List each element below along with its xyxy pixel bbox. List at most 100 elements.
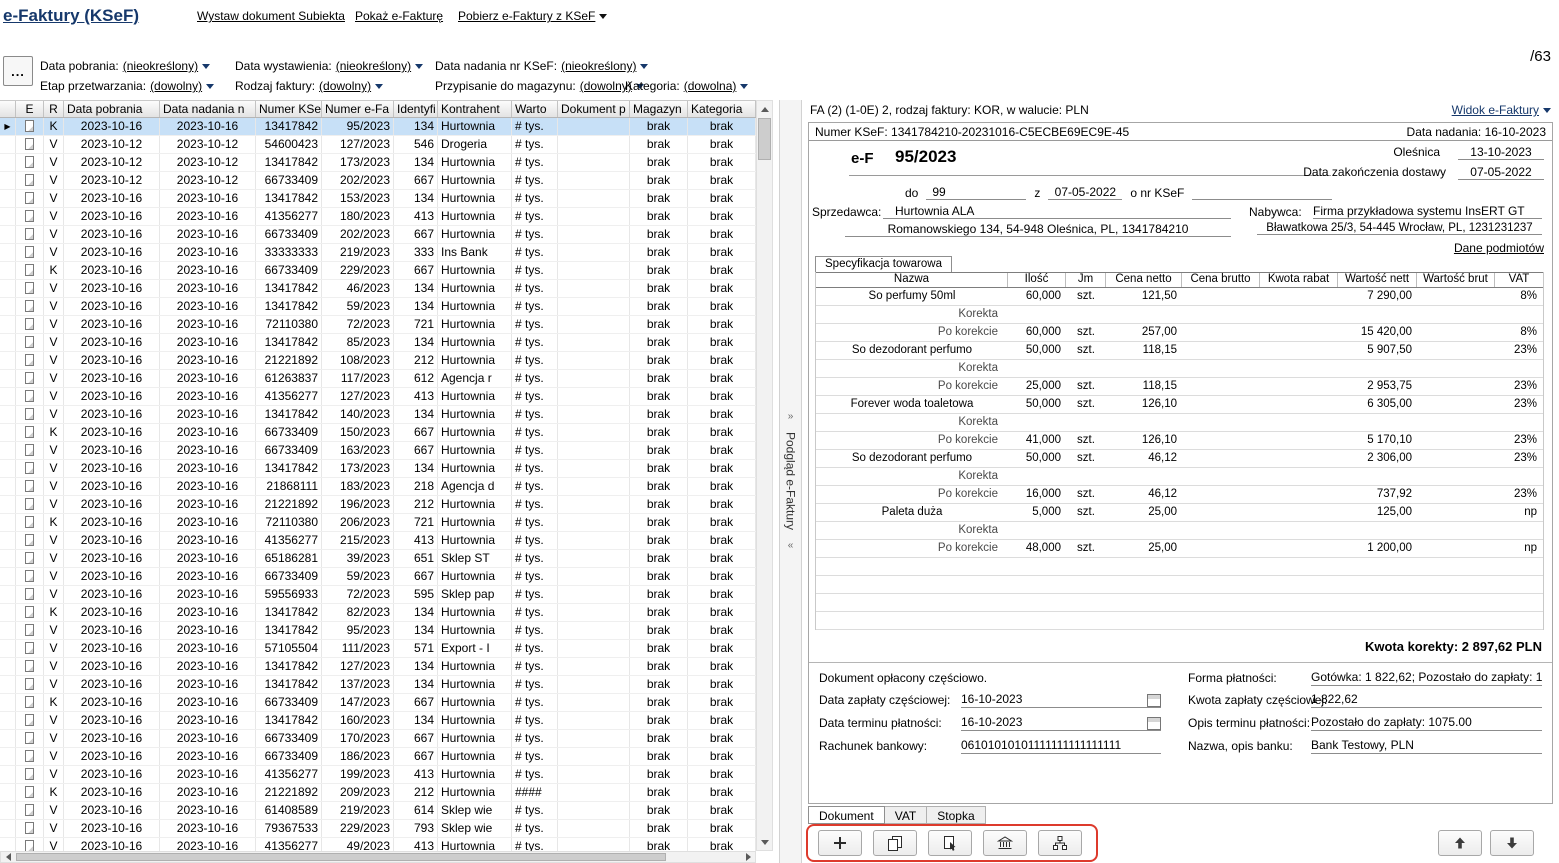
header-kontrahent[interactable]: Kontrahent xyxy=(438,101,512,117)
table-row[interactable]: V2023-10-162023-10-1666733409163/2023667… xyxy=(0,442,756,460)
header-e[interactable]: E xyxy=(16,101,44,117)
table-row[interactable]: V2023-10-162023-10-1633333333219/2023333… xyxy=(0,244,756,262)
move-down-button[interactable] xyxy=(1490,830,1534,856)
filter-data-wystawienia[interactable]: Data wystawienia:(nieokreślony) xyxy=(235,59,423,73)
vertical-scrollbar-thumb[interactable] xyxy=(758,118,771,160)
table-row[interactable]: V2023-10-162023-10-1641356277199/2023413… xyxy=(0,766,756,784)
pick-document-button[interactable] xyxy=(928,830,972,856)
table-row[interactable]: V2023-10-162023-10-1661408589219/2023614… xyxy=(0,802,756,820)
filter-rodzaj-faktury[interactable]: Rodzaj faktury:(dowolny) xyxy=(235,79,383,93)
table-row[interactable]: V2023-10-122023-10-1213417842173/2023134… xyxy=(0,154,756,172)
filter-value[interactable]: (nieokreślony) xyxy=(123,59,198,73)
table-row[interactable]: V2023-10-162023-10-166673340959/2023667H… xyxy=(0,568,756,586)
table-row[interactable]: V2023-10-162023-10-161341784246/2023134H… xyxy=(0,280,756,298)
filter-value[interactable]: (dowolny) xyxy=(319,79,371,93)
filter-value[interactable]: (dowolna) xyxy=(684,79,737,93)
scroll-left-button[interactable] xyxy=(1,852,15,862)
link-pobierz-efaktury-ksef[interactable]: Pobierz e-Faktury z KSeF xyxy=(458,9,607,23)
due-date-field[interactable]: 16-10-2023 xyxy=(961,715,1161,731)
copy-button[interactable] xyxy=(873,830,917,856)
horizontal-scrollbar-thumb[interactable] xyxy=(16,853,666,861)
preview-splitter[interactable]: » Podgląd e-Faktury « xyxy=(779,100,802,863)
bank-account-field[interactable]: 06101010101111111111111111 xyxy=(961,738,1161,754)
table-row[interactable]: V2023-10-122023-10-1266733409202/2023667… xyxy=(0,172,756,190)
widok-efaktury-link[interactable]: Widok e-Faktury xyxy=(1452,103,1551,117)
header-data-pobrania[interactable]: Data pobrania xyxy=(64,101,160,117)
partial-payment-date-field[interactable]: 16-10-2023 xyxy=(961,692,1161,708)
tab-vat[interactable]: VAT xyxy=(885,806,928,824)
table-row[interactable]: V2023-10-122023-10-1254600423127/2023546… xyxy=(0,136,756,154)
link-pokaz-efakture[interactable]: Pokaż e-Fakturę xyxy=(355,9,443,23)
scroll-down-button[interactable] xyxy=(757,834,772,850)
table-row[interactable]: V2023-10-162023-10-1666733409202/2023667… xyxy=(0,226,756,244)
table-row[interactable]: V2023-10-162023-10-1613417842173/2023134… xyxy=(0,460,756,478)
header-numer-ksef[interactable]: Numer KSe xyxy=(256,101,322,117)
due-desc-field[interactable]: Pozostało do zapłaty: 1075.00 xyxy=(1311,715,1542,731)
table-row[interactable]: K2023-10-162023-10-1621221892209/2023212… xyxy=(0,784,756,802)
filter-przypisanie-magazynu[interactable]: Przypisanie do magazynu:(dowolny) xyxy=(435,79,644,93)
table-row[interactable]: ▶K2023-10-162023-10-161341784295/2023134… xyxy=(0,118,756,136)
table-row[interactable]: V2023-10-162023-10-165955693372/2023595S… xyxy=(0,586,756,604)
table-row[interactable]: V2023-10-162023-10-1613417842140/2023134… xyxy=(0,406,756,424)
add-button[interactable] xyxy=(818,830,862,856)
move-up-button[interactable] xyxy=(1438,830,1482,856)
table-row[interactable]: V2023-10-162023-10-161341784295/2023134H… xyxy=(0,622,756,640)
header-wartosc[interactable]: Warto xyxy=(512,101,558,117)
structure-button[interactable] xyxy=(1038,830,1082,856)
header-dokument[interactable]: Dokument p xyxy=(558,101,630,117)
table-row[interactable]: V2023-10-162023-10-164135627749/2023413H… xyxy=(0,838,756,851)
table-header-row[interactable]: E R Data pobrania Data nadania n Numer K… xyxy=(0,101,756,118)
table-row[interactable]: K2023-10-162023-10-1666733409229/2023667… xyxy=(0,262,756,280)
table-row[interactable]: V2023-10-162023-10-1666733409170/2023667… xyxy=(0,730,756,748)
table-row[interactable]: V2023-10-162023-10-1621868111183/2023218… xyxy=(0,478,756,496)
filter-value[interactable]: (dowolny) xyxy=(150,79,202,93)
filter-kategoria[interactable]: Kategoria:(dowolna) xyxy=(625,79,748,93)
tab-stopka[interactable]: Stopka xyxy=(927,806,985,824)
table-row[interactable]: V2023-10-162023-10-1621221892196/2023212… xyxy=(0,496,756,514)
filter-etap-przetwarzania[interactable]: Etap przetwarzania:(dowolny) xyxy=(40,79,214,93)
table-row[interactable]: K2023-10-162023-10-1666733409147/2023667… xyxy=(0,694,756,712)
table-row[interactable]: V2023-10-162023-10-161341784259/2023134H… xyxy=(0,298,756,316)
header-r[interactable]: R xyxy=(44,101,64,117)
more-options-button[interactable]: ... xyxy=(3,56,33,86)
header-numer-efaktury[interactable]: Numer e-Fa xyxy=(322,101,394,117)
calendar-icon[interactable] xyxy=(1147,694,1161,707)
filter-value[interactable]: (nieokreślony) xyxy=(336,59,411,73)
header-kategoria[interactable]: Kategoria xyxy=(688,101,756,117)
table-row[interactable]: V2023-10-162023-10-1661263837117/2023612… xyxy=(0,370,756,388)
header-data-nadania[interactable]: Data nadania n xyxy=(160,101,256,117)
table-row[interactable]: V2023-10-162023-10-1613417842153/2023134… xyxy=(0,190,756,208)
table-row[interactable]: V2023-10-162023-10-1657105504111/2023571… xyxy=(0,640,756,658)
partial-payment-amount-field[interactable]: 1 822,62 xyxy=(1311,692,1542,708)
table-row[interactable]: K2023-10-162023-10-1672110380206/2023721… xyxy=(0,514,756,532)
table-horizontal-scrollbar[interactable] xyxy=(0,851,756,863)
table-row[interactable]: V2023-10-162023-10-1621221892108/2023212… xyxy=(0,352,756,370)
scroll-up-button[interactable] xyxy=(757,101,772,117)
scroll-right-button[interactable] xyxy=(741,852,755,862)
table-row[interactable]: V2023-10-162023-10-1666733409186/2023667… xyxy=(0,748,756,766)
link-wystaw-dokument-subiekta[interactable]: Wystaw dokument Subiekta xyxy=(197,9,345,23)
table-row[interactable]: V2023-10-162023-10-1641356277127/2023413… xyxy=(0,388,756,406)
table-row[interactable]: V2023-10-162023-10-1613417842127/2023134… xyxy=(0,658,756,676)
table-row[interactable]: V2023-10-162023-10-166518628139/2023651S… xyxy=(0,550,756,568)
filter-value[interactable]: (nieokreślony) xyxy=(561,59,636,73)
filter-value[interactable]: (dowolny) xyxy=(580,79,632,93)
filter-data-nadania-ksef[interactable]: Data nadania nr KSeF:(nieokreślony) xyxy=(435,59,648,73)
table-row[interactable]: V2023-10-162023-10-1641356277180/2023413… xyxy=(0,208,756,226)
table-row[interactable]: K2023-10-162023-10-161341784282/2023134H… xyxy=(0,604,756,622)
table-row[interactable]: V2023-10-162023-10-1679367533229/2023793… xyxy=(0,820,756,838)
table-row[interactable]: V2023-10-162023-10-167211038072/2023721H… xyxy=(0,316,756,334)
bank-button[interactable] xyxy=(983,830,1027,856)
calendar-icon[interactable] xyxy=(1147,717,1161,730)
table-vertical-scrollbar[interactable] xyxy=(756,100,773,851)
header-magazyn[interactable]: Magazyn xyxy=(630,101,688,117)
table-row[interactable]: K2023-10-162023-10-1666733409150/2023667… xyxy=(0,424,756,442)
bank-name-field[interactable]: Bank Testowy, PLN xyxy=(1311,738,1542,754)
filter-data-pobrania[interactable]: Data pobrania:(nieokreślony) xyxy=(40,59,210,73)
header-identyfikator[interactable]: Identyfi xyxy=(394,101,438,117)
table-row[interactable]: V2023-10-162023-10-1641356277215/2023413… xyxy=(0,532,756,550)
dane-podmiotow-link[interactable]: Dane podmiotów xyxy=(1454,241,1544,255)
tab-dokument[interactable]: Dokument xyxy=(808,806,885,824)
tab-specyfikacja-towarowa[interactable]: Specyfikacja towarowa xyxy=(815,256,952,273)
table-row[interactable]: V2023-10-162023-10-1613417842160/2023134… xyxy=(0,712,756,730)
